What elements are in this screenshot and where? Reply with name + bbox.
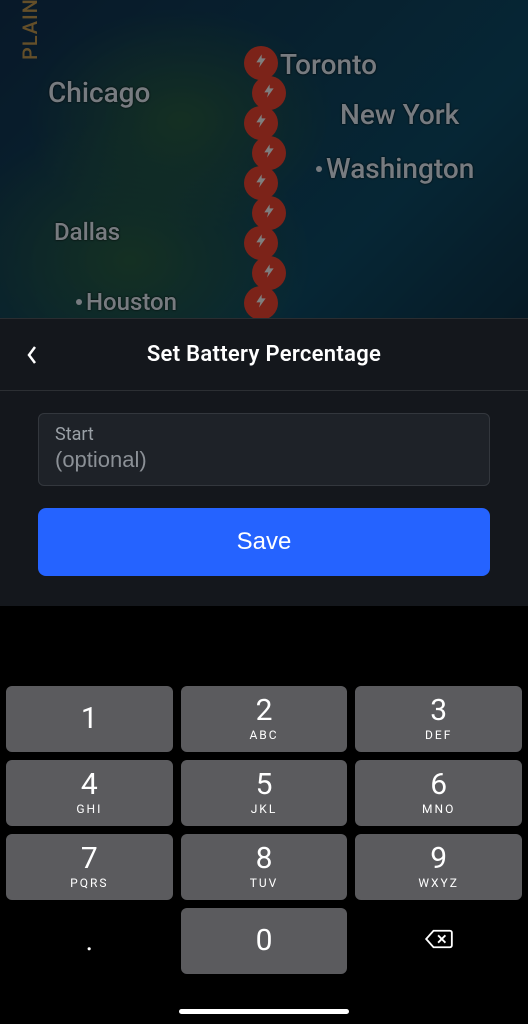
city-name: Chicago [48,76,150,109]
keypad-key-4[interactable]: 4 GHI [6,760,173,826]
sheet-title: Set Battery Percentage [147,342,381,367]
bolt-icon [261,80,277,106]
start-field-label: Start [55,424,473,445]
keypad-key-6[interactable]: 6 MNO [355,760,522,826]
keypad-key-5[interactable]: 5 JKL [181,760,348,826]
bolt-icon [261,140,277,166]
keypad-key-3[interactable]: 3 DEF [355,686,522,752]
keypad-key-8[interactable]: 8 TUV [181,834,348,900]
start-input[interactable] [55,447,473,473]
charger-pin[interactable] [252,256,286,290]
key-digit: 6 [430,770,447,800]
map-city-label: Houston [76,288,177,316]
backspace-icon [424,928,454,954]
bolt-icon [261,200,277,226]
charger-pin[interactable] [244,226,278,260]
city-name: Houston [86,288,177,316]
map-background[interactable]: PLAINS Toronto Chicago New York Washington D… [0,0,528,318]
keypad-dot[interactable]: . [6,908,173,974]
keypad-key-0[interactable]: 0 [181,908,348,974]
map-region-label: PLAINS [18,0,42,60]
sheet-body: Start Save [0,391,528,606]
charger-pin[interactable] [244,166,278,200]
charger-pin[interactable] [244,46,278,80]
keypad-backspace[interactable] [355,908,522,974]
key-letters: MNO [422,802,455,816]
keypad-key-9[interactable]: 9 WXYZ [355,834,522,900]
city-name: Washington [326,152,474,185]
map-city-label: New York [340,98,459,131]
city-dot-icon [76,299,82,305]
city-name: New York [340,98,459,131]
key-digit: 9 [430,844,447,874]
city-dot-icon [316,166,322,172]
bolt-icon [253,170,269,196]
key-letters: PQRS [70,876,108,890]
key-letters: JKL [251,802,278,816]
map-city-label: Dallas [54,218,120,246]
home-indicator[interactable] [179,1009,349,1014]
bolt-icon [261,260,277,286]
city-name: Toronto [280,48,377,81]
key-digit: 7 [81,844,98,874]
charger-pin[interactable] [252,196,286,230]
sheet-header: Set Battery Percentage [0,319,528,391]
keypad-key-1[interactable]: 1 [6,686,173,752]
map-city-label: Chicago [48,76,150,109]
bolt-icon [253,110,269,136]
save-button[interactable]: Save [38,508,490,576]
numeric-keypad: 1 2 ABC 3 DEF 4 GHI 5 JKL 6 MNO 7 PQRS 8 TUV 9 WXYZ . 0 [0,678,528,1024]
keypad-key-7[interactable]: 7 PQRS [6,834,173,900]
charger-pin[interactable] [252,136,286,170]
bolt-icon [253,290,269,316]
key-digit: 5 [256,770,273,800]
bottom-sheet: Set Battery Percentage Start Save [0,318,528,606]
charger-pin[interactable] [252,76,286,110]
key-digit: 1 [81,704,98,734]
key-letters: GHI [76,802,102,816]
keypad-key-2[interactable]: 2 ABC [181,686,348,752]
key-letters: DEF [425,728,452,742]
key-digit: 3 [430,696,447,726]
charger-pin[interactable] [244,106,278,140]
city-name: Dallas [54,218,120,246]
start-field[interactable]: Start [38,413,490,486]
back-button[interactable] [26,319,38,391]
map-city-label: Washington [316,152,474,185]
bolt-icon [253,50,269,76]
bolt-icon [253,230,269,256]
key-digit: 4 [81,770,98,800]
key-digit: 2 [256,696,273,726]
key-letters: WXYZ [418,876,459,890]
charger-pin[interactable] [244,286,278,320]
key-letters: ABC [249,728,278,742]
map-city-label: Toronto [280,48,377,81]
key-digit: 0 [256,926,273,956]
key-digit: 8 [256,844,273,874]
key-letters: TUV [250,876,279,890]
key-digit: . [86,927,93,955]
